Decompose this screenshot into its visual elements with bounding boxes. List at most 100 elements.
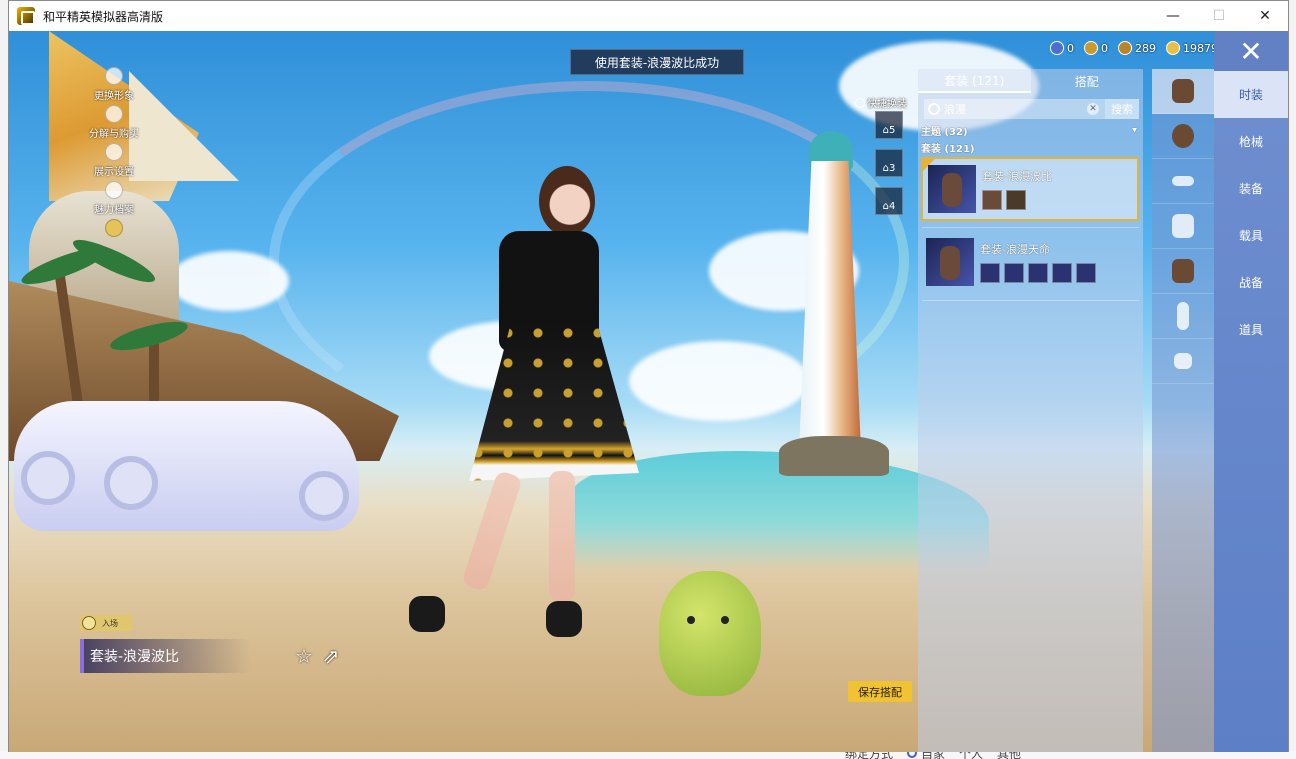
success-toast: 使用套装-浪漫波比成功 bbox=[570, 49, 744, 75]
green-mascot bbox=[659, 571, 761, 696]
save-outfit-button[interactable]: 保存搭配 bbox=[848, 681, 912, 702]
car-wheel bbox=[104, 456, 158, 510]
badge-icon bbox=[105, 219, 123, 237]
category-mask[interactable] bbox=[1152, 204, 1214, 249]
nav-weapons[interactable]: 枪械 bbox=[1214, 118, 1288, 165]
currency-bronze[interactable]: 289 bbox=[1118, 41, 1156, 55]
dropdown-arrow-icon: ▾ bbox=[1131, 125, 1137, 136]
cloud bbox=[629, 341, 809, 421]
side-item-badge[interactable] bbox=[69, 219, 159, 239]
emulator-window: 和平精英模拟器高清版 — ☐ ✕ 使用套装-浪漫波比成功 更换形象 分解与购买 … bbox=[8, 0, 1289, 752]
suit-item-romantic-bobby[interactable]: 套装-浪漫波比 bbox=[921, 157, 1139, 221]
gold-coin-icon bbox=[1166, 41, 1180, 55]
category-goggles[interactable] bbox=[1152, 159, 1214, 204]
window-title: 和平精英模拟器高清版 bbox=[43, 9, 164, 24]
cloud bbox=[169, 251, 289, 311]
maximize-button[interactable]: ☐ bbox=[1196, 1, 1242, 31]
help-icon bbox=[855, 97, 865, 108]
bronze-coin-icon bbox=[1118, 41, 1132, 55]
side-item-decompose[interactable]: 分解与购买 bbox=[69, 105, 159, 140]
search-bar: 浪漫 ✕ 搜索 bbox=[924, 99, 1139, 119]
divider bbox=[922, 227, 1139, 228]
nav-items[interactable]: 道具 bbox=[1214, 306, 1288, 353]
close-icon[interactable]: ✕ bbox=[1214, 31, 1288, 71]
minimize-button[interactable]: — bbox=[1150, 1, 1196, 31]
suit-thumbnail bbox=[928, 165, 976, 213]
app-logo-icon bbox=[17, 7, 35, 25]
smiley-icon bbox=[82, 616, 96, 630]
recycle-icon bbox=[105, 105, 123, 123]
outfit-panel: 套装 (121) 搭配 浪漫 ✕ 搜索 主题 (32) ▾ 套装 (121) 套… bbox=[918, 69, 1143, 752]
nav-fashion[interactable]: 时装 bbox=[1214, 71, 1288, 118]
suit-parts bbox=[982, 190, 1052, 210]
part-thumbnail bbox=[1076, 263, 1096, 283]
car-wheel bbox=[299, 471, 349, 521]
part-thumbnail bbox=[980, 263, 1000, 283]
lighthouse-rock bbox=[779, 436, 889, 476]
currency-token[interactable]: 0 bbox=[1084, 41, 1108, 55]
token-coin-icon bbox=[1084, 41, 1098, 55]
entrance-badge[interactable]: 入场 bbox=[80, 615, 132, 631]
quick-slot-4[interactable]: ⌂ 4 bbox=[875, 187, 903, 215]
search-button[interactable]: 搜索 bbox=[1105, 99, 1139, 119]
suit-count: 套装 (121) bbox=[921, 144, 975, 155]
desktop-right-strip bbox=[1288, 0, 1296, 759]
category-top[interactable] bbox=[1152, 249, 1214, 294]
currency-bar: 0 0 289 19879 bbox=[1050, 41, 1218, 55]
side-item-display[interactable]: 展示设置 bbox=[69, 143, 159, 178]
share-icon[interactable]: ⇗ bbox=[319, 644, 343, 668]
character-leg bbox=[461, 469, 523, 593]
character-leg bbox=[549, 471, 575, 601]
suit-thumbnail bbox=[926, 238, 974, 286]
quick-slot-5[interactable]: ⌂ 5 bbox=[875, 111, 903, 139]
backpack-icon bbox=[1172, 124, 1194, 148]
title-bar[interactable]: 和平精英模拟器高清版 — ☐ ✕ bbox=[9, 1, 1288, 31]
suit-name: 套装-浪漫波比 bbox=[982, 170, 1052, 183]
desktop-bottom-strip: 绑定方式 自家 个人 其他 bbox=[0, 747, 1296, 759]
current-suit-name: 套装-浪漫波比 bbox=[80, 639, 250, 673]
category-icons bbox=[1152, 69, 1214, 752]
fire-icon bbox=[105, 181, 123, 199]
theme-filter[interactable]: 主题 (32) ▾ bbox=[921, 123, 1137, 138]
side-item-charm[interactable]: 魅力档案 bbox=[69, 181, 159, 216]
nav-battle-gear[interactable]: 战备 bbox=[1214, 259, 1288, 306]
clear-icon[interactable]: ✕ bbox=[1087, 103, 1099, 115]
socks-icon bbox=[1174, 353, 1192, 369]
suit-item-romantic-fate[interactable]: 套装-浪漫天命 bbox=[921, 230, 1139, 294]
globe-coin-icon bbox=[1050, 41, 1064, 55]
part-thumbnail bbox=[1052, 263, 1072, 283]
main-nav: ✕ 时装 枪械 装备 载具 战备 道具 bbox=[1214, 31, 1288, 752]
tab-combos[interactable]: 搭配 bbox=[1031, 69, 1144, 93]
search-input[interactable]: 浪漫 bbox=[944, 101, 1087, 117]
panel-tabs: 套装 (121) 搭配 bbox=[918, 69, 1143, 93]
goggles-icon bbox=[1172, 176, 1194, 186]
part-thumbnail bbox=[1006, 190, 1026, 210]
car-wheel bbox=[21, 451, 75, 505]
mascot-eye bbox=[687, 616, 695, 624]
quick-slot-3[interactable]: ⌂ 3 bbox=[875, 149, 903, 177]
top-icon bbox=[1172, 259, 1194, 283]
currency-globe[interactable]: 0 bbox=[1050, 41, 1074, 55]
quick-change-label[interactable]: 快捷换装 bbox=[855, 95, 907, 110]
close-button[interactable]: ✕ bbox=[1242, 1, 1288, 31]
desktop-left-strip bbox=[0, 0, 8, 759]
nav-vehicles[interactable]: 载具 bbox=[1214, 212, 1288, 259]
favorite-star-icon[interactable]: ☆ bbox=[292, 644, 316, 668]
game-viewport[interactable]: 使用套装-浪漫波比成功 更换形象 分解与购买 展示设置 魅力档案 0 0 289… bbox=[9, 31, 1288, 752]
pants-icon bbox=[1177, 302, 1189, 330]
search-icon bbox=[928, 103, 940, 115]
eye-icon bbox=[105, 143, 123, 161]
category-pants[interactable] bbox=[1152, 294, 1214, 339]
desktop: 绑定方式 自家 个人 其他 和平精英模拟器高清版 — ☐ ✕ 使用套装-浪漫波比… bbox=[0, 0, 1296, 759]
currency-gold[interactable]: 19879 bbox=[1166, 41, 1218, 55]
category-outfit[interactable] bbox=[1152, 69, 1214, 114]
category-backpack[interactable] bbox=[1152, 114, 1214, 159]
mascot-eye bbox=[721, 616, 729, 624]
category-socks[interactable] bbox=[1152, 339, 1214, 384]
window-controls: — ☐ ✕ bbox=[1150, 1, 1288, 31]
nav-equipment[interactable]: 装备 bbox=[1214, 165, 1288, 212]
outfit-icon bbox=[1172, 79, 1194, 103]
character-shoe bbox=[546, 601, 582, 637]
tab-suits[interactable]: 套装 (121) bbox=[918, 69, 1031, 93]
side-item-change-avatar[interactable]: 更换形象 bbox=[69, 67, 159, 102]
